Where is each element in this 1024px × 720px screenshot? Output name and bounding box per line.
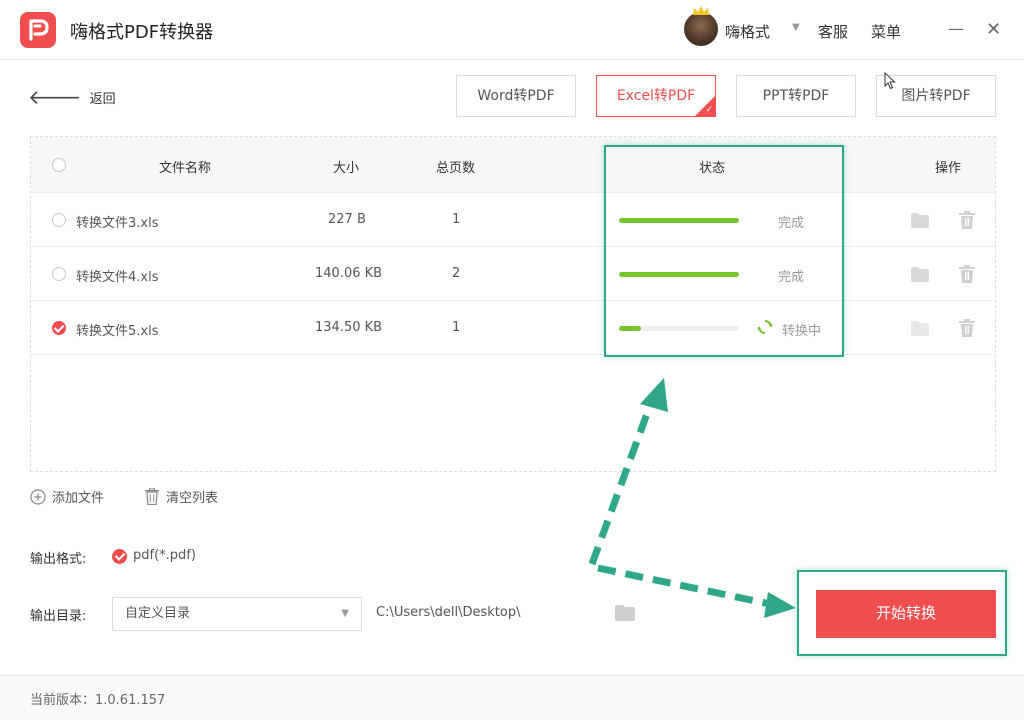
row-select-radio[interactable] (52, 321, 66, 335)
progress-fill (619, 272, 739, 277)
start-convert-button[interactable]: 开始转换 (816, 590, 996, 638)
progress-bar (619, 326, 739, 331)
delete-icon[interactable] (959, 211, 975, 229)
select-all-radio[interactable] (52, 158, 66, 172)
status-bar: 当前版本：1.0.61.157 (0, 675, 1024, 720)
add-file-button[interactable]: 添加文件 (30, 487, 104, 506)
output-dir-select-value: 自定义目录 (125, 606, 191, 621)
back-button[interactable]: 🡐 返回 (28, 86, 116, 108)
delete-icon[interactable] (959, 265, 975, 283)
header-size: 大小 (333, 161, 360, 176)
file-name: 转换文件4.xls (76, 270, 159, 285)
table-row[interactable]: 转换文件5.xls 134.50 KB 1 转换中 (31, 301, 995, 355)
progress-fill (619, 326, 641, 331)
file-size: 227 B (328, 212, 366, 227)
output-format-label: 输出格式: (30, 552, 87, 567)
page-count: 2 (452, 266, 461, 281)
crown-icon (693, 6, 709, 15)
user-name[interactable]: 嗨格式 (725, 21, 770, 42)
file-name: 转换文件3.xls (76, 216, 159, 231)
page-count: 1 (452, 320, 461, 335)
version-text: 当前版本：1.0.61.157 (30, 693, 166, 708)
status-text: 完成 (778, 216, 805, 231)
table-header: 文件名称 大小 总页数 状态 操作 (31, 137, 995, 193)
open-folder-icon[interactable] (911, 267, 929, 282)
output-dir-path: C:\Users\dell\Desktop\ (376, 605, 521, 620)
table-row[interactable]: 转换文件3.xls 227 B 1 完成 (31, 193, 995, 247)
minimize-icon[interactable]: — (948, 19, 964, 38)
app-title: 嗨格式PDF转换器 (70, 22, 214, 43)
output-dir-select[interactable]: 自定义目录 ▼ (112, 597, 362, 631)
table-row[interactable]: 转换文件4.xls 140.06 KB 2 完成 (31, 247, 995, 301)
status-text: 转换中 (782, 324, 822, 339)
app-logo-icon (20, 12, 56, 48)
clear-list-button[interactable]: 清空列表 (144, 487, 218, 506)
tab-word-to-pdf[interactable]: Word转PDF (456, 75, 576, 117)
converting-spinner-icon (757, 320, 773, 334)
file-table: 文件名称 大小 总页数 状态 操作 转换文件3.xls 227 B 1 完成 转… (30, 136, 996, 472)
title-bar: 嗨格式PDF转换器 嗨格式 ▼ 客服 菜单 — ✕ (0, 0, 1024, 60)
check-icon: ✓ (705, 105, 713, 115)
close-icon[interactable]: ✕ (986, 19, 1001, 40)
row-select-radio[interactable] (52, 213, 66, 227)
progress-bar (619, 272, 739, 277)
header-file-name: 文件名称 (159, 161, 212, 176)
file-size: 134.50 KB (315, 320, 383, 335)
chevron-down-icon: ▼ (341, 608, 349, 619)
avatar[interactable] (684, 6, 718, 46)
status-text: 完成 (778, 270, 805, 285)
delete-icon[interactable] (959, 319, 975, 337)
browse-folder-icon[interactable] (615, 605, 635, 621)
back-arrow-icon: 🡐 (28, 85, 82, 109)
progress-bar (619, 218, 739, 223)
menu-button[interactable]: 菜单 (871, 21, 901, 42)
header-status: 状态 (699, 161, 726, 176)
user-dropdown-icon[interactable]: ▼ (792, 22, 800, 33)
tab-ppt-to-pdf[interactable]: PPT转PDF (736, 75, 856, 117)
output-format-value[interactable]: pdf(*.pdf) (133, 548, 196, 563)
plus-circle-icon (30, 488, 46, 505)
header-actions: 操作 (935, 161, 962, 176)
progress-fill (619, 218, 739, 223)
tab-excel-to-pdf-label: Excel转PDF (616, 88, 696, 104)
open-folder-icon[interactable] (911, 213, 929, 228)
row-select-radio[interactable] (52, 267, 66, 281)
page-count: 1 (452, 212, 461, 227)
clear-list-label: 清空列表 (166, 491, 219, 506)
mouse-cursor-icon (884, 72, 896, 90)
customer-service-link[interactable]: 客服 (818, 21, 848, 42)
tab-excel-to-pdf[interactable]: Excel转PDF ✓ (596, 75, 716, 117)
header-pages: 总页数 (436, 161, 476, 176)
output-dir-label: 输出目录: (30, 609, 87, 624)
file-name: 转换文件5.xls (76, 324, 159, 339)
format-selected-check-icon[interactable] (112, 549, 127, 564)
file-size: 140.06 KB (315, 266, 383, 281)
trash-icon (145, 488, 159, 505)
back-label: 返回 (89, 91, 116, 107)
add-file-label: 添加文件 (52, 491, 105, 506)
open-folder-icon[interactable] (911, 321, 929, 336)
